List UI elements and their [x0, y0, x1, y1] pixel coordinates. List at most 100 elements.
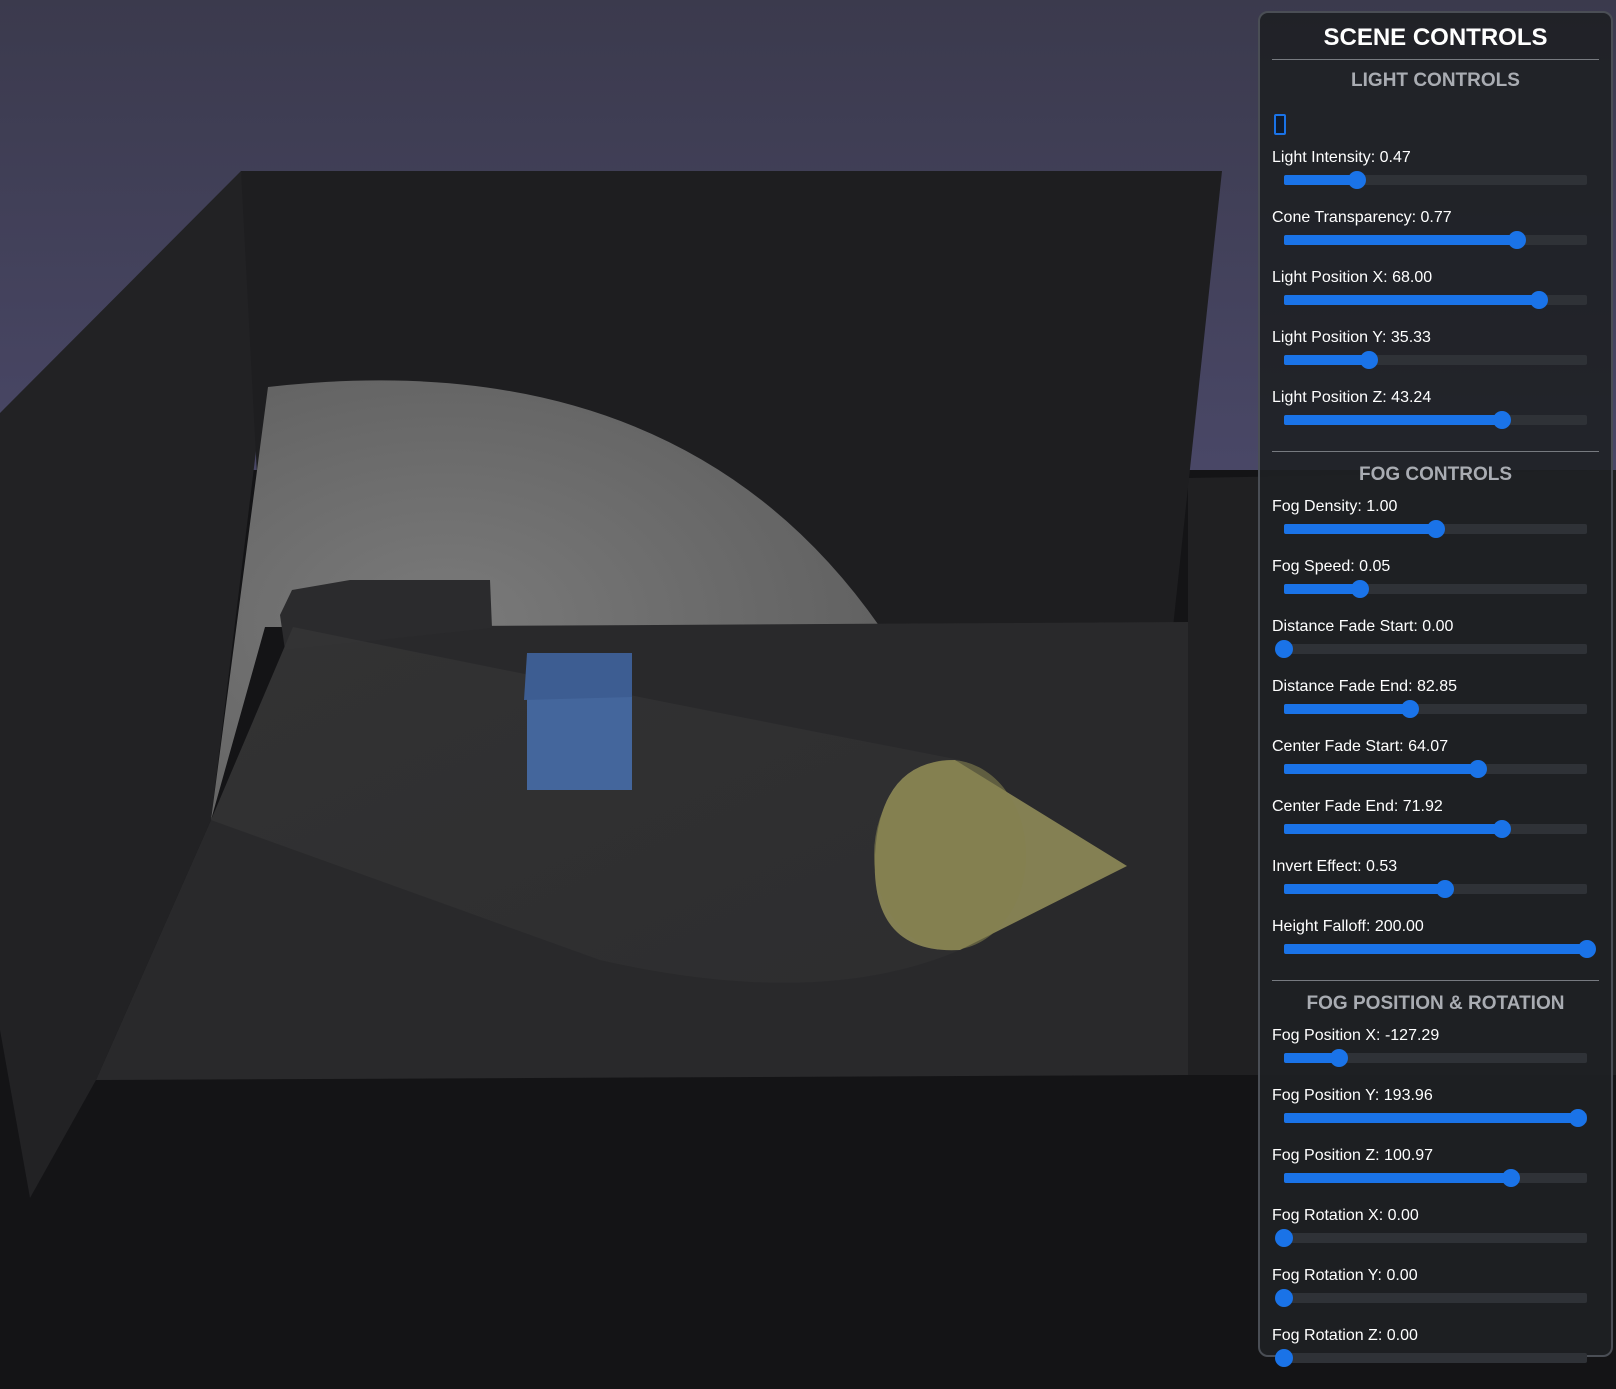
slider-fill	[1284, 764, 1478, 774]
slider-track[interactable]	[1284, 411, 1587, 429]
slider-track[interactable]	[1284, 520, 1587, 538]
slider-thumb[interactable]	[1468, 760, 1487, 778]
slider-thumb[interactable]	[1347, 171, 1366, 189]
slider-label: Distance Fade Start: 0.00	[1272, 618, 1454, 635]
slider-track[interactable]	[1284, 171, 1587, 189]
slider-row: Fog Rotation X: 0.00	[1272, 1203, 1599, 1263]
slider-fill	[1284, 235, 1518, 245]
slider-label: Fog Density: 1.00	[1272, 498, 1398, 515]
slider-fill	[1284, 415, 1503, 425]
slider-label: Cone Transparency: 0.77	[1272, 209, 1452, 226]
slider-fill	[1284, 1173, 1512, 1183]
slider-thumb[interactable]	[1329, 1049, 1348, 1067]
slider-thumb[interactable]	[1493, 820, 1512, 838]
slider-thumb[interactable]	[1275, 640, 1293, 658]
slider-track[interactable]	[1275, 1349, 1587, 1367]
slider-row: Invert Effect: 0.53	[1272, 854, 1599, 914]
slider-track[interactable]	[1284, 880, 1587, 898]
slider-row: Fog Position X: -127.29	[1272, 1023, 1599, 1083]
slider-track[interactable]	[1284, 1169, 1587, 1187]
slider-track[interactable]	[1275, 640, 1587, 658]
slider-thumb[interactable]	[1435, 880, 1454, 898]
slider-label: Height Falloff: 200.00	[1272, 918, 1424, 935]
slider-thumb[interactable]	[1400, 700, 1419, 718]
slider-label: Fog Position X: -127.29	[1272, 1027, 1440, 1044]
slider-row: Fog Density: 1.00	[1272, 494, 1599, 554]
slider-thumb[interactable]	[1508, 231, 1527, 249]
slider-thumb[interactable]	[1578, 940, 1596, 958]
slider-track[interactable]	[1275, 1229, 1587, 1247]
slider-label: Light Position Y: 35.33	[1272, 329, 1431, 346]
slider-label: Fog Rotation Z: 0.00	[1272, 1327, 1418, 1344]
slider-thumb[interactable]	[1529, 291, 1548, 309]
slider-thumb[interactable]	[1426, 520, 1445, 538]
slider-row: Cone Transparency: 0.77	[1272, 205, 1599, 265]
slider-row: Height Falloff: 200.00	[1272, 914, 1599, 974]
slider-row: Fog Speed: 0.05	[1272, 554, 1599, 614]
slider-row: Light Position X: 68.00	[1272, 265, 1599, 325]
slider-label: Distance Fade End: 82.85	[1272, 678, 1458, 695]
control-section: LIGHT CONTROLS Light Intensity: 0.47 Cone …	[1272, 62, 1599, 445]
slider-fill	[1284, 175, 1357, 185]
slider-track[interactable]	[1284, 231, 1587, 249]
spotlight-cone-base	[874, 760, 1026, 950]
control-sections: LIGHT CONTROLS Light Intensity: 0.47 Cone …	[1272, 62, 1599, 1383]
slider-fill	[1284, 355, 1369, 365]
slider-label: Fog Position Y: 193.96	[1272, 1087, 1433, 1104]
slider-track[interactable]	[1284, 760, 1587, 778]
slider-row: Light Intensity: 0.47	[1272, 145, 1599, 205]
slider-track[interactable]	[1284, 580, 1587, 598]
slider-track[interactable]	[1284, 700, 1587, 718]
slider-track[interactable]	[1275, 1289, 1587, 1307]
slider-track[interactable]	[1284, 1109, 1587, 1127]
slider-row: Distance Fade Start: 0.00	[1272, 614, 1599, 674]
slider-fill	[1284, 704, 1410, 714]
slider-label: Center Fade Start: 64.07	[1272, 738, 1449, 755]
slider-row: Fog Rotation Y: 0.00	[1272, 1263, 1599, 1323]
slider-thumb[interactable]	[1359, 351, 1378, 369]
slider-track[interactable]	[1284, 940, 1596, 958]
slider-row: Distance Fade End: 82.85	[1272, 674, 1599, 734]
slider-thumb[interactable]	[1493, 411, 1512, 429]
slider-fill	[1284, 524, 1436, 534]
slider-fill	[1284, 824, 1503, 834]
slider-thumb[interactable]	[1568, 1109, 1587, 1127]
slider-track[interactable]	[1284, 820, 1587, 838]
slider-fill	[1284, 1113, 1578, 1123]
cube-top	[524, 653, 632, 700]
section-title: FOG CONTROLS	[1358, 464, 1513, 485]
panel-title: SCENE CONTROLS	[1272, 17, 1599, 60]
slider-track[interactable]	[1284, 1049, 1587, 1067]
slider-row: Light Position Z: 43.24	[1272, 385, 1599, 445]
slider-label: Fog Rotation X: 0.00	[1272, 1207, 1419, 1224]
slider-fill	[1284, 295, 1539, 305]
section-title: LIGHT CONTROLS	[1351, 70, 1520, 91]
slider-label: Invert Effect: 0.53	[1272, 858, 1398, 875]
slider-thumb[interactable]	[1502, 1169, 1521, 1187]
slider-thumb[interactable]	[1350, 580, 1369, 598]
slider-fill	[1284, 584, 1360, 594]
slider-row: Light Position Y: 35.33	[1272, 325, 1599, 385]
slider-track[interactable]	[1284, 291, 1587, 309]
slider-thumb[interactable]	[1275, 1229, 1293, 1247]
slider-row: Fog Position Z: 100.97	[1272, 1143, 1599, 1203]
slider-label: Fog Position Z: 100.97	[1272, 1147, 1433, 1164]
slider-row: Center Fade End: 71.92	[1272, 794, 1599, 854]
control-section: FOG CONTROLS Fog Density: 1.00 Fog Speed: …	[1272, 451, 1599, 974]
light-toggle-checkbox[interactable]	[1274, 114, 1286, 135]
slider-track[interactable]	[1284, 351, 1587, 369]
control-section: FOG POSITION & ROTATION Fog Position X: -…	[1272, 980, 1599, 1383]
slider-thumb[interactable]	[1275, 1349, 1293, 1367]
slider-row: Center Fade Start: 64.07	[1272, 734, 1599, 794]
slider-fill	[1284, 944, 1587, 954]
slider-row: Fog Position Y: 193.96	[1272, 1083, 1599, 1143]
slider-label: Center Fade End: 71.92	[1272, 798, 1443, 815]
slider-label: Light Position Z: 43.24	[1272, 389, 1432, 406]
scene-controls-panel: SCENE CONTROLS LIGHT CONTROLS Light Inten…	[1258, 11, 1613, 1367]
section-title: FOG POSITION & ROTATION	[1306, 993, 1565, 1014]
slider-fill	[1284, 884, 1445, 894]
slider-label: Fog Rotation Y: 0.00	[1272, 1267, 1418, 1284]
slider-row: Fog Rotation Z: 0.00	[1272, 1323, 1599, 1383]
slider-label: Fog Speed: 0.05	[1272, 558, 1391, 575]
slider-thumb[interactable]	[1275, 1289, 1293, 1307]
